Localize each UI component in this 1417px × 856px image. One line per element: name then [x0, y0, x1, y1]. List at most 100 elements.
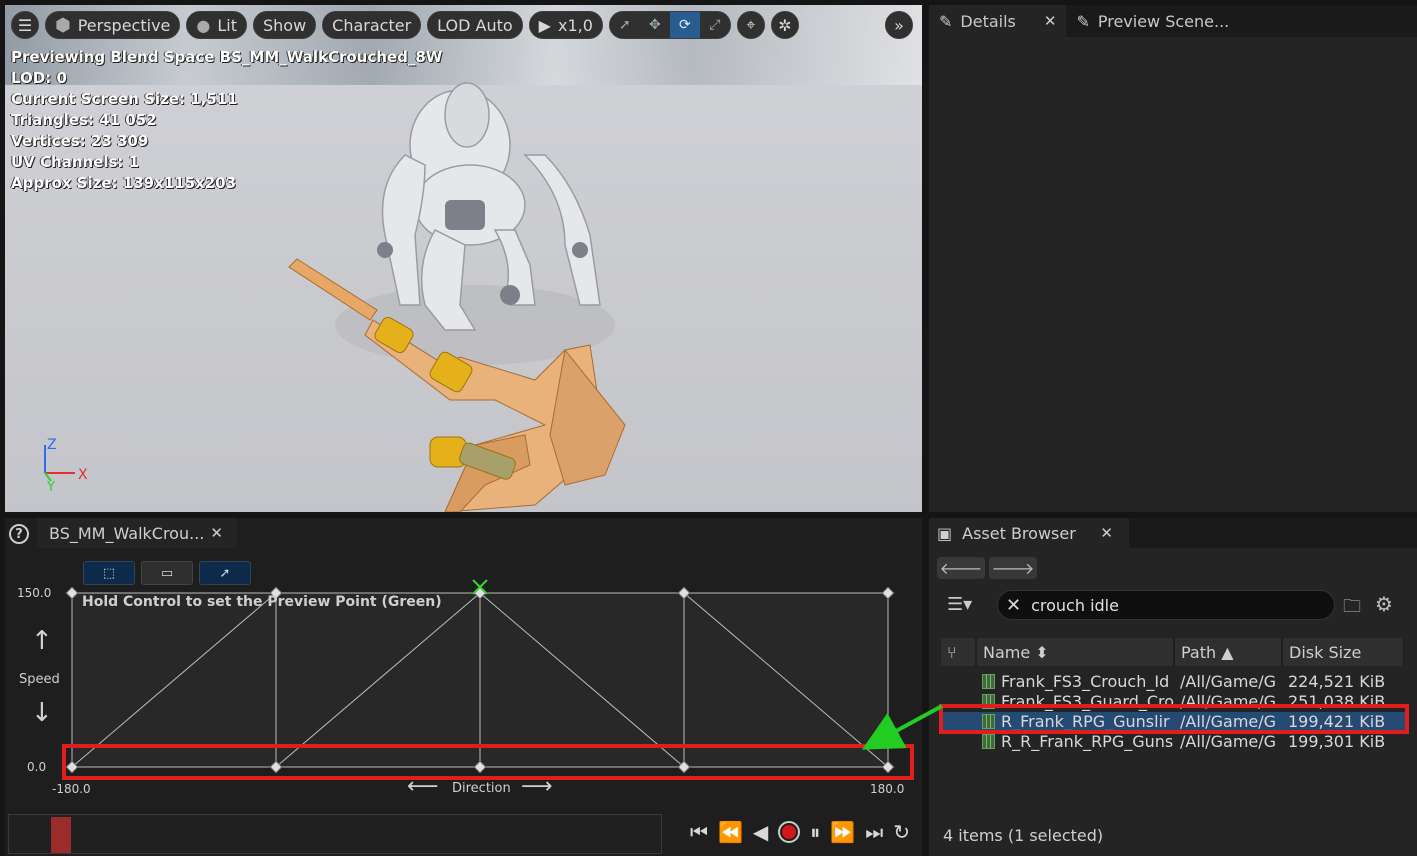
move-tool-icon[interactable]: ✥ — [640, 12, 670, 38]
cube-icon: ⬢ — [55, 14, 71, 36]
stats-line: UV Channels: 1 — [11, 153, 140, 171]
expand-toolbar-button[interactable]: » — [885, 11, 913, 39]
lit-label: Lit — [217, 15, 237, 35]
stats-line: Current Screen Size: 1,511 — [11, 90, 238, 108]
sample-point[interactable] — [65, 586, 79, 600]
branch-icon: ⑂ — [947, 642, 957, 662]
viewport-stats: Previewing Blend Space BS_MM_WalkCrouche… — [11, 47, 442, 194]
row-size: 199,301 KiB — [1288, 732, 1386, 751]
camera-options-button[interactable]: ⌖ — [736, 11, 765, 39]
row-name: Frank_FS3_Crouch_Id — [1001, 672, 1170, 691]
y-axis-min-label: 0.0 — [27, 760, 47, 774]
lod-button[interactable]: LOD Auto — [427, 11, 523, 39]
hamburger-icon: ☰ — [17, 15, 33, 35]
table-header: ⑂ Name ⬍ Path ▲ Disk Size — [941, 638, 1405, 666]
transport-controls: ⏮ ⏪ ◀ ⏸ ⏩ ⏭ ↻ — [690, 820, 910, 844]
bone-icon: ✲ — [778, 15, 792, 35]
stats-line: Vertices: 23 309 — [11, 132, 149, 150]
asset-table: ⑂ Name ⬍ Path ▲ Disk Size Frank_FS3_Crou… — [941, 638, 1405, 752]
row-name: R_R_Frank_RPG_Guns — [1001, 732, 1174, 751]
close-icon[interactable]: ✕ — [1044, 12, 1057, 30]
lod-label: LOD Auto — [437, 15, 513, 35]
blend-space-graph[interactable] — [5, 518, 922, 856]
pencil-icon: ✎ — [939, 11, 953, 31]
character-label: Character — [332, 15, 412, 35]
column-options[interactable]: ⑂ — [941, 638, 977, 666]
status-text: 4 items (1 selected) — [943, 826, 1104, 845]
clear-search-icon[interactable]: ✕ — [1006, 595, 1021, 616]
stats-line: Approx Size: 139x115x203 — [11, 174, 237, 192]
tab-preview-scene-label: Preview Scene... — [1097, 11, 1230, 31]
back-button[interactable]: 🡐 — [937, 557, 985, 579]
animation-asset-icon — [982, 734, 995, 749]
row-path: /All/Game/G — [1180, 672, 1277, 691]
axis-gizmo: Z X Y — [44, 437, 88, 493]
perspective-button[interactable]: ⬢ Perspective — [45, 11, 181, 39]
annotation-highlight-box — [62, 744, 914, 780]
skeleton-options-button[interactable]: ✲ — [770, 11, 799, 39]
show-button[interactable]: Show — [253, 11, 317, 39]
asset-browser-icon: ▣ — [937, 523, 953, 543]
character-button[interactable]: Character — [322, 11, 422, 39]
sample-point[interactable] — [881, 586, 895, 600]
stats-line: LOD: 0 — [11, 69, 67, 87]
arrow-down-icon: ↓ — [31, 698, 53, 728]
y-axis-max-label: 150.0 — [17, 586, 52, 600]
skip-to-start-icon[interactable]: ⏮ — [690, 820, 708, 844]
loop-icon[interactable]: ↻ — [893, 820, 910, 844]
row-path: /All/Game/G — [1180, 732, 1277, 751]
play-rate-button[interactable]: ▶ x1,0 — [528, 11, 603, 39]
gizmo-x-label: X — [78, 467, 88, 483]
table-row[interactable]: Frank_FS3_Crouch_Id /All/Game/G 224,521 … — [941, 672, 1405, 692]
scale-tool-icon[interactable]: ⤢ — [700, 12, 730, 38]
show-label: Show — [263, 15, 307, 35]
pencil-icon: ✎ — [1076, 11, 1090, 31]
tab-preview-scene[interactable]: ✎ Preview Scene... — [1066, 5, 1239, 37]
perspective-label: Perspective — [77, 15, 171, 35]
close-icon[interactable]: ✕ — [1100, 524, 1113, 542]
viewport[interactable]: ☰ ⬢ Perspective ● Lit Show Character LOD… — [5, 5, 922, 512]
column-header-disk-size[interactable]: Disk Size — [1283, 638, 1405, 666]
search-box[interactable]: ✕ crouch idle — [997, 590, 1335, 620]
skip-to-end-icon[interactable]: ⏭ — [865, 820, 883, 844]
triangulation-edge — [71, 592, 277, 768]
camera-icon: ⌖ — [746, 15, 756, 34]
tab-asset-browser-label: Asset Browser — [962, 523, 1076, 543]
column-header-name[interactable]: Name ⬍ — [977, 638, 1175, 666]
gear-icon[interactable]: ⚙ — [1375, 592, 1393, 616]
filter-icon[interactable]: ☰▾ — [947, 594, 972, 615]
tab-asset-browser[interactable]: ▣ Asset Browser ✕ — [929, 518, 1129, 548]
folder-icon[interactable]: 🗀 — [1343, 594, 1361, 624]
select-tool-icon[interactable]: ➚ — [610, 12, 640, 38]
triangulation-edge — [275, 592, 481, 768]
record-icon[interactable] — [778, 821, 801, 843]
tab-details[interactable]: ✎ Details ✕ — [929, 5, 1067, 37]
asset-browser-tabbar: ▣ Asset Browser ✕ — [929, 518, 1417, 548]
step-forward-icon[interactable]: ⏩ — [830, 820, 855, 844]
column-header-path[interactable]: Path ▲ — [1175, 638, 1283, 666]
step-back-icon[interactable]: ⏪ — [718, 820, 743, 844]
table-row[interactable]: R_R_Frank_RPG_Guns /All/Game/G 199,301 K… — [941, 732, 1405, 752]
rotate-tool-icon[interactable]: ⟳ — [669, 12, 700, 38]
viewport-menu-button[interactable]: ☰ — [11, 11, 39, 39]
preview-hint: Hold Control to set the Preview Point (G… — [82, 594, 442, 610]
x-axis-min-label: -180.0 — [52, 782, 91, 796]
sphere-icon: ● — [196, 15, 211, 35]
animation-asset-icon — [982, 674, 995, 689]
viewport-toolbar: ☰ ⬢ Perspective ● Lit Show Character LOD… — [11, 11, 799, 39]
gizmo-z-label: Z — [47, 437, 57, 453]
timeline-playhead[interactable] — [51, 817, 71, 853]
x-axis-label: Direction — [452, 781, 511, 796]
annotation-row-highlight — [939, 704, 1409, 734]
stats-line: Triangles: 41 052 — [11, 111, 157, 129]
arrow-right-icon: 🡒 — [991, 559, 1035, 578]
triangulation-edge — [683, 592, 889, 768]
search-input[interactable]: crouch idle — [1031, 596, 1119, 615]
timeline-scrubber[interactable] — [8, 814, 662, 854]
pause-icon[interactable]: ⏸ — [810, 820, 820, 844]
play-reverse-icon[interactable]: ◀ — [753, 820, 768, 844]
stats-line: Previewing Blend Space BS_MM_WalkCrouche… — [11, 48, 443, 66]
lit-button[interactable]: ● Lit — [186, 11, 247, 39]
forward-button[interactable]: 🡒 — [989, 557, 1037, 579]
tab-details-label: Details — [960, 11, 1016, 31]
